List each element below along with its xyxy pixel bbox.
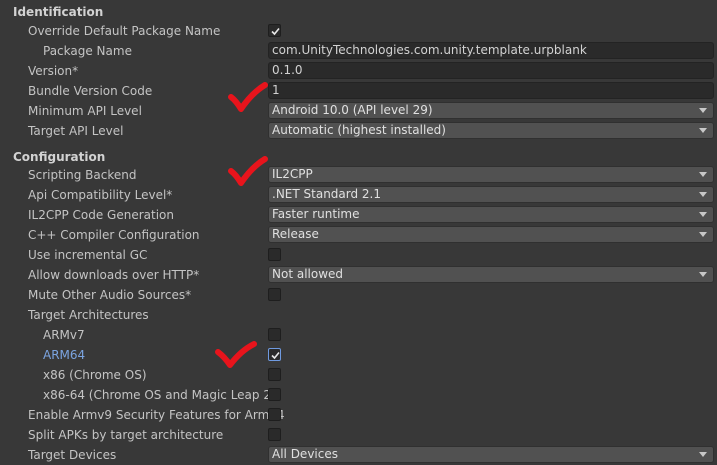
row-enable-armv9-security: Enable Armv9 Security Features for Arm64	[0, 405, 717, 425]
row-bundle-version-code: Bundle Version Code 1	[0, 81, 717, 101]
mute-other-audio-sources-checkbox[interactable]	[268, 288, 281, 301]
package-name-field[interactable]: com.UnityTechnologies.com.unity.template…	[268, 42, 714, 59]
target-api-level-value: Automatic (highest installed)	[272, 123, 446, 137]
chevron-down-icon	[699, 192, 707, 197]
minimum-api-level-value: Android 10.0 (API level 29)	[272, 103, 433, 117]
split-apks-checkbox[interactable]	[268, 428, 281, 441]
row-arm64: ARM64	[0, 345, 717, 365]
chevron-down-icon	[699, 172, 707, 177]
use-incremental-gc-checkbox[interactable]	[268, 248, 281, 261]
row-cpp-compiler-configuration: C++ Compiler Configuration Release	[0, 225, 717, 245]
version-field[interactable]: 0.1.0	[268, 62, 714, 79]
row-use-incremental-gc: Use incremental GC	[0, 245, 717, 265]
package-name-label: Package Name	[43, 44, 132, 58]
red-checkmark-annotation-icon	[228, 156, 268, 186]
target-architectures-label: Target Architectures	[28, 308, 149, 322]
red-checkmark-annotation-icon	[215, 341, 257, 368]
armv7-label: ARMv7	[43, 328, 85, 342]
mute-other-audio-sources-label: Mute Other Audio Sources*	[28, 288, 192, 302]
target-devices-dropdown[interactable]: All Devices	[268, 446, 714, 463]
target-api-level-label: Target API Level	[28, 124, 124, 138]
red-checkmark-annotation-icon	[228, 82, 268, 112]
x86-64-checkbox[interactable]	[268, 388, 281, 401]
row-version: Version* 0.1.0	[0, 61, 717, 81]
row-minimum-api-level: Minimum API Level Android 10.0 (API leve…	[0, 101, 717, 121]
allow-downloads-over-http-dropdown[interactable]: Not allowed	[268, 266, 714, 283]
x86-label: x86 (Chrome OS)	[43, 368, 147, 382]
checkmark-icon	[271, 27, 280, 36]
override-default-package-name-label: Override Default Package Name	[28, 24, 221, 38]
x86-checkbox[interactable]	[268, 368, 281, 381]
use-incremental-gc-label: Use incremental GC	[28, 248, 148, 262]
section-header-identification: Identification	[13, 5, 104, 19]
minimum-api-level-label: Minimum API Level	[28, 104, 142, 118]
row-package-name: Package Name com.UnityTechnologies.com.u…	[0, 41, 717, 61]
allow-downloads-over-http-value: Not allowed	[272, 267, 344, 281]
row-il2cpp-code-generation: IL2CPP Code Generation Faster runtime	[0, 205, 717, 225]
override-default-package-name-checkbox[interactable]	[268, 24, 281, 37]
api-compatibility-level-label: Api Compatibility Level*	[28, 188, 173, 202]
enable-armv9-security-label: Enable Armv9 Security Features for Arm64	[28, 408, 285, 422]
target-devices-label: Target Devices	[28, 448, 117, 462]
bundle-version-code-label: Bundle Version Code	[28, 84, 153, 98]
bundle-version-code-field[interactable]: 1	[268, 82, 714, 99]
api-compatibility-level-dropdown[interactable]: .NET Standard 2.1	[268, 186, 714, 203]
row-scripting-backend: Scripting Backend IL2CPP	[0, 165, 717, 185]
section-header-configuration: Configuration	[13, 150, 106, 164]
minimum-api-level-dropdown[interactable]: Android 10.0 (API level 29)	[268, 102, 714, 119]
target-devices-value: All Devices	[272, 447, 338, 461]
il2cpp-code-generation-dropdown[interactable]: Faster runtime	[268, 206, 714, 223]
il2cpp-code-generation-value: Faster runtime	[272, 207, 360, 221]
row-api-compatibility-level: Api Compatibility Level* .NET Standard 2…	[0, 185, 717, 205]
chevron-down-icon	[699, 272, 707, 277]
cpp-compiler-configuration-label: C++ Compiler Configuration	[28, 228, 200, 242]
chevron-down-icon	[699, 212, 707, 217]
scripting-backend-value: IL2CPP	[272, 167, 313, 181]
row-target-devices: Target Devices All Devices	[0, 445, 717, 465]
x86-64-label: x86-64 (Chrome OS and Magic Leap 2)	[43, 388, 276, 402]
armv7-checkbox[interactable]	[268, 328, 281, 341]
cpp-compiler-configuration-dropdown[interactable]: Release	[268, 226, 714, 243]
chevron-down-icon	[699, 108, 707, 113]
il2cpp-code-generation-label: IL2CPP Code Generation	[28, 208, 175, 222]
checkmark-icon	[271, 351, 280, 360]
chevron-down-icon	[699, 128, 707, 133]
enable-armv9-security-checkbox[interactable]	[268, 408, 281, 421]
row-override-default-package-name: Override Default Package Name	[0, 21, 717, 41]
row-x86: x86 (Chrome OS)	[0, 365, 717, 385]
scripting-backend-label: Scripting Backend	[28, 168, 137, 182]
row-target-architectures: Target Architectures	[0, 305, 717, 325]
chevron-down-icon	[699, 452, 707, 457]
row-target-api-level: Target API Level Automatic (highest inst…	[0, 121, 717, 141]
row-armv7: ARMv7	[0, 325, 717, 345]
row-split-apks: Split APKs by target architecture	[0, 425, 717, 445]
cpp-compiler-configuration-value: Release	[272, 227, 319, 241]
version-label: Version*	[28, 64, 79, 78]
split-apks-label: Split APKs by target architecture	[28, 428, 224, 442]
row-x86-64: x86-64 (Chrome OS and Magic Leap 2)	[0, 385, 717, 405]
api-compatibility-level-value: .NET Standard 2.1	[272, 187, 382, 201]
target-api-level-dropdown[interactable]: Automatic (highest installed)	[268, 122, 714, 139]
row-mute-other-audio-sources: Mute Other Audio Sources*	[0, 285, 717, 305]
row-allow-downloads-over-http: Allow downloads over HTTP* Not allowed	[0, 265, 717, 285]
arm64-label: ARM64	[43, 348, 86, 362]
arm64-checkbox[interactable]	[268, 348, 281, 361]
chevron-down-icon	[699, 232, 707, 237]
scripting-backend-dropdown[interactable]: IL2CPP	[268, 166, 714, 183]
allow-downloads-over-http-label: Allow downloads over HTTP*	[28, 268, 200, 282]
